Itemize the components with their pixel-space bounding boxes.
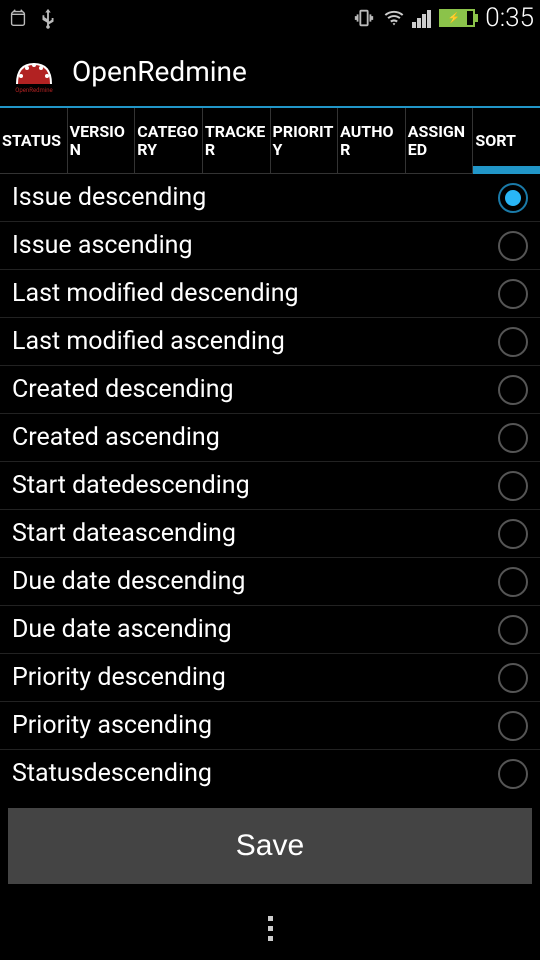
sort-option[interactable]: Priority ascending [0, 702, 540, 750]
sort-option-label: Issue descending [12, 183, 206, 212]
tab-bar: STATUSVERSIONCATEGORYTRACKERPRIORITYAUTH… [0, 106, 540, 174]
radio-button[interactable] [498, 423, 528, 453]
sort-options-list: Issue descending Issue ascending Last modi… [0, 174, 540, 797]
sort-option-label: Issue ascending [12, 231, 193, 260]
sort-option-label: Due date ascending [12, 615, 232, 644]
sort-option[interactable]: Statusdescending [0, 750, 540, 797]
tab-tracker[interactable]: TRACKER [203, 108, 271, 173]
radio-button[interactable] [498, 279, 528, 309]
menu-overflow-icon[interactable] [268, 916, 273, 941]
sort-option-label: Statusdescending [12, 759, 212, 788]
sort-option[interactable]: Start dateascending [0, 510, 540, 558]
tab-status[interactable]: STATUS [0, 108, 68, 173]
status-left [6, 6, 60, 30]
app-icon: OpenRedmine [8, 45, 60, 97]
battery-icon: ⚡ [439, 9, 475, 27]
sort-option[interactable]: Created ascending [0, 414, 540, 462]
sort-option[interactable]: Due date descending [0, 558, 540, 606]
status-bar: ⚡ 0:35 [0, 0, 540, 36]
radio-button[interactable] [498, 615, 528, 645]
sort-option-label: Created ascending [12, 423, 220, 452]
tab-priority[interactable]: PRIORITY [271, 108, 339, 173]
sort-option-label: Start datedescending [12, 471, 250, 500]
radio-button[interactable] [498, 567, 528, 597]
radio-button[interactable] [498, 663, 528, 693]
tab-author[interactable]: AUTHOR [338, 108, 406, 173]
cell-signal-icon [412, 8, 431, 28]
radio-button[interactable] [498, 183, 528, 213]
svg-text:OpenRedmine: OpenRedmine [15, 87, 52, 94]
android-debug-icon [6, 6, 30, 30]
sort-option[interactable]: Issue descending [0, 174, 540, 222]
radio-button[interactable] [498, 471, 528, 501]
sort-option-label: Priority ascending [12, 711, 212, 740]
sort-option[interactable]: Issue ascending [0, 222, 540, 270]
sort-option[interactable]: Due date ascending [0, 606, 540, 654]
sort-option-label: Due date descending [12, 567, 245, 596]
status-right: ⚡ 0:35 [352, 3, 534, 33]
tab-category[interactable]: CATEGORY [135, 108, 203, 173]
app-title: OpenRedmine [72, 55, 247, 88]
radio-button[interactable] [498, 231, 528, 261]
tab-version[interactable]: VERSION [68, 108, 136, 173]
save-button[interactable]: Save [8, 808, 532, 884]
sort-option[interactable]: Created descending [0, 366, 540, 414]
sort-option[interactable]: Last modified ascending [0, 318, 540, 366]
sort-option-label: Priority descending [12, 663, 226, 692]
radio-button[interactable] [498, 519, 528, 549]
wifi-icon [382, 6, 406, 30]
sort-option-label: Last modified descending [12, 279, 299, 308]
sort-option-label: Last modified ascending [12, 327, 285, 356]
app-bar: OpenRedmine OpenRedmine [0, 36, 540, 106]
sort-option[interactable]: Last modified descending [0, 270, 540, 318]
nav-bar [0, 896, 540, 960]
sort-option-label: Start dateascending [12, 519, 236, 548]
sort-option[interactable]: Priority descending [0, 654, 540, 702]
tab-sort[interactable]: SORT [473, 108, 540, 173]
radio-button[interactable] [498, 375, 528, 405]
tab-assigned[interactable]: ASSIGNED [406, 108, 474, 173]
radio-button[interactable] [498, 327, 528, 357]
radio-button[interactable] [498, 759, 528, 789]
clock: 0:35 [485, 3, 534, 33]
sort-option-label: Created descending [12, 375, 234, 404]
vibrate-icon [352, 6, 376, 30]
usb-icon [36, 6, 60, 30]
sort-option[interactable]: Start datedescending [0, 462, 540, 510]
radio-button[interactable] [498, 711, 528, 741]
